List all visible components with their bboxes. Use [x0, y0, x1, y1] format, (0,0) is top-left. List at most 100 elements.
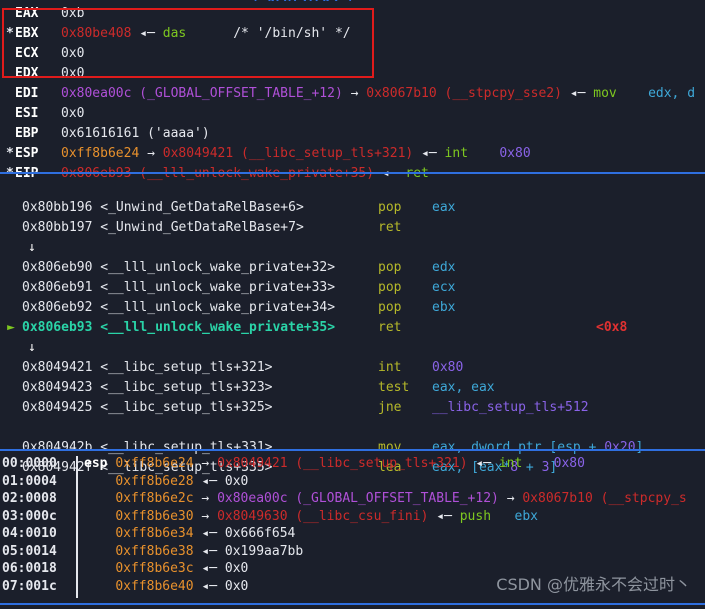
current-instruction-marker-icon: [0, 280, 22, 297]
disasm-mnemonic: pop: [378, 200, 402, 215]
disasm-mnemonic: jne: [378, 400, 402, 415]
register-value-token: 0xff8b6e24: [61, 146, 140, 161]
stack-value-token: 0xff8b6e34: [115, 526, 194, 541]
register-row-ebx: *EBX 0x80be408 ◂─ das /* '/bin/sh' */: [0, 26, 705, 46]
register-name: EAX: [15, 6, 39, 21]
disasm-row: 0x8049423 <__libc_setup_tls+323> test eax,…: [0, 380, 705, 400]
register-row-ebp: EBP 0x61616161 ('aaaa'): [0, 126, 705, 146]
csdn-watermark: CSDN @优雅永不会过时丶: [496, 574, 691, 594]
stack-value-token: [217, 579, 225, 594]
disasm-address: 0x806eb91: [22, 280, 93, 295]
stack-register-label: [84, 561, 115, 576]
register-value-token: [343, 86, 351, 101]
stack-value-token: (_GLOBAL_OFFSET_TABLE_+12): [295, 491, 499, 506]
disasm-operand-token: eax, eax: [432, 380, 495, 395]
stack-value-token: push: [459, 508, 492, 524]
separator-disasm-stack: [0, 449, 705, 451]
disasm-address: 0x8049421: [22, 360, 93, 375]
stack-entry: 0xff8b6e30 → 0x8049630 (__libc_csu_fini)…: [84, 509, 538, 526]
disasm-symbol: <__libc_setup_tls+321>: [100, 360, 273, 375]
register-value-token: edx, d: [648, 86, 696, 101]
disasm-address: 0x806eb92: [22, 300, 93, 315]
register-value-token: int: [444, 146, 469, 161]
stack-register-label: [84, 579, 115, 594]
stack-value-token: 0x0: [224, 561, 249, 576]
separator-registers-disasm: [0, 172, 705, 174]
disasm-symbol: <__libc_setup_tls+323>: [100, 380, 273, 395]
register-name: EBX: [15, 26, 39, 41]
disasm-operands: eax, eax: [432, 380, 495, 397]
stack-offset: 01:0004: [2, 473, 57, 489]
disasm-operand-token: __libc_setup_tls+512: [432, 400, 589, 415]
disasm-operands: ecx: [432, 280, 455, 297]
stack-value-token: [522, 456, 553, 471]
disasm-row: 0x806eb90 <__lll_unlock_wake_private+32>…: [0, 260, 705, 280]
disasm-row: 0x806eb92 <__lll_unlock_wake_private+34>…: [0, 300, 705, 320]
disasm-mnemonic: test: [378, 380, 410, 395]
stack-row: 00:0000 esp 0xff8b6e24 → 0x8049421 (__lib…: [0, 456, 705, 474]
register-value-token: 0x0: [61, 46, 85, 61]
stack-value-token: [209, 509, 217, 524]
disasm-operand-token: ]: [635, 440, 644, 455]
stack-value-token: ebx: [514, 508, 539, 524]
stack-value-token: int: [498, 456, 523, 471]
disasm-mnemonic: pop: [378, 280, 402, 295]
registers-section-header: [ REGISTERS ]: [252, 0, 354, 1]
register-name: EBP: [15, 126, 39, 141]
stack-value-token: 0x0: [224, 473, 249, 489]
current-instruction-marker-icon: [0, 400, 22, 417]
disasm-operand-token: 0x80: [432, 360, 464, 375]
stack-row: 05:0014 0xff8b6e38 ◂─ 0x199aa7bb: [0, 544, 705, 562]
current-instruction-marker-icon: [0, 300, 22, 317]
register-name: ESP: [15, 146, 39, 161]
disasm-address: 0x80bb197: [22, 220, 93, 235]
register-changed-marker: [6, 46, 15, 63]
stack-offset: 06:0018: [2, 561, 57, 576]
stack-value-token: [217, 526, 225, 541]
disassembly-panel: 0x80bb196 <_Unwind_GetDataRelBase+6> pop e…: [0, 180, 705, 480]
stack-entry: 0xff8b6e3c ◂─ 0x0: [84, 561, 248, 578]
stack-value-token: [452, 509, 460, 524]
disasm-flow-arrow: ↓: [28, 240, 36, 255]
register-value-token: /* '/bin/sh' */: [233, 26, 351, 41]
disasm-operand-token: eax,: [432, 440, 472, 455]
disasm-operand-token: dword ptr: [471, 440, 550, 455]
disasm-symbol: <__lll_unlock_wake_private+33>: [100, 280, 336, 295]
stack-entry: 0xff8b6e28 ◂─ 0x0: [84, 474, 248, 491]
registers-panel: EAX 0xb *EBX 0x80be408 ◂─ das /* '/bin/sh' …: [0, 6, 705, 186]
register-value-token: 0x8049421: [162, 146, 234, 161]
disasm-operands: __libc_setup_tls+512: [432, 400, 589, 417]
stack-value-token: 0x80ea00c: [217, 491, 288, 506]
stack-value-token: ◂─: [201, 473, 218, 489]
stack-entry: 0xff8b6e38 ◂─ 0x199aa7bb: [84, 544, 303, 561]
stack-offset: 02:0008: [2, 491, 57, 506]
stack-register-label: [84, 526, 115, 541]
disasm-mnemonic: ret: [378, 220, 402, 235]
stack-value-token: ◂─: [475, 456, 492, 471]
register-changed-marker: [6, 66, 15, 83]
stack-value-token: 0x666f654: [224, 526, 296, 541]
disasm-address: 0x804942b: [22, 440, 93, 455]
disasm-mnemonic: pop: [378, 260, 402, 275]
stack-value-token: 0xff8b6e2c: [115, 491, 194, 506]
stack-value-token: 0x80: [553, 456, 585, 471]
disasm-mnemonic: pop: [378, 300, 402, 315]
register-value-token: [437, 146, 445, 161]
register-name: ESI: [15, 106, 39, 121]
debugger-terminal: [ REGISTERS ] EAX0xb*EBX0x80be408 ◂─ das…: [0, 0, 705, 609]
register-value-token: [139, 146, 147, 161]
disasm-symbol: <__lll_unlock_wake_private+32>: [100, 260, 336, 275]
register-name: EDI: [15, 86, 39, 101]
disasm-operands: 0x80: [432, 360, 463, 377]
register-changed-marker: *: [6, 146, 14, 161]
stack-entry: esp 0xff8b6e24 → 0x8049421 (__libc_setup…: [84, 456, 585, 473]
register-row-eax: EAX 0xb: [0, 6, 705, 26]
disasm-branch-annotation: <0x8: [596, 320, 628, 335]
register-changed-marker: [6, 126, 15, 143]
register-value-token: [233, 146, 241, 161]
stack-value-token: ◂─: [201, 561, 218, 576]
stack-value-token: 0xff8b6e24: [115, 456, 194, 471]
register-row-esi: ESI 0x0: [0, 106, 705, 126]
register-value-token: 0x0: [61, 66, 85, 81]
register-value-token: [562, 86, 570, 101]
